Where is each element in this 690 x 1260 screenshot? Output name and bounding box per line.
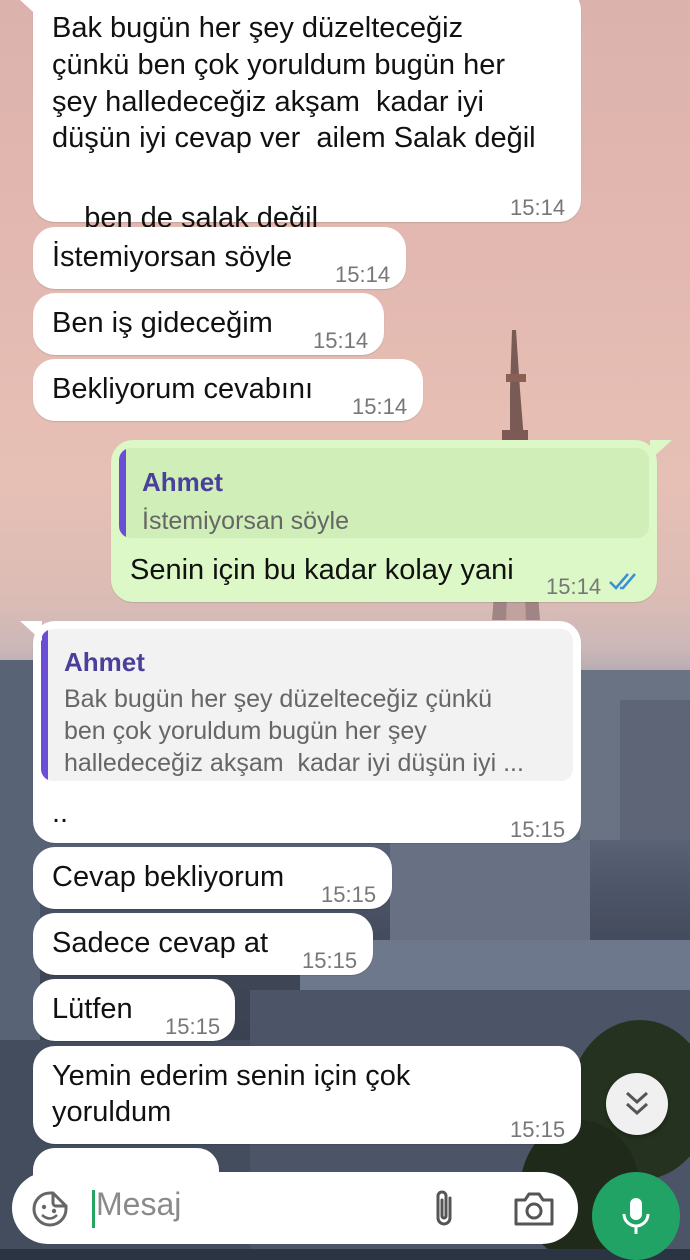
message-time: 15:15 [165,1014,221,1039]
message-time: 15:14 [352,394,408,419]
quote-text-line: Bak bugün her şey düzelteceğiz çünkü [64,685,493,713]
text-cursor [92,1190,95,1228]
microphone-icon [622,1198,650,1234]
message-text-line: Bak bugün her şey düzelteceğiz [52,12,464,44]
message-text-line: Yemin ederim senin için çok [52,1060,411,1092]
message-time: 15:14 [335,262,391,287]
quote-text: İstemiyorsan söyle [142,507,350,535]
incoming-message[interactable]: Ben iş gideceğim 15:14 [33,293,384,355]
message-time: 15:14 [546,574,602,599]
quote-bar [41,629,48,781]
message-time: 15:14 [510,195,566,220]
message-time: 15:15 [510,1117,566,1142]
incoming-message[interactable]: Yemin ederim senin için çok yoruldum 15:… [33,1046,581,1144]
camera-icon [514,1192,554,1226]
quoted-message[interactable]: Ahmet İstemiyorsan söyle [119,448,649,538]
message-text: Bekliyorum cevabını [52,373,314,405]
scroll-to-bottom-button[interactable] [606,1073,668,1135]
message-text-line: çünkü ben çok yoruldum bugün her [52,49,506,81]
bubble-tail [20,621,42,641]
quote-text-line: ben çok yoruldum bugün her şey [64,717,427,745]
message-text-line: şey halledeceğiz akşam kadar iyi [52,86,484,118]
double-check-read-icon [609,573,636,590]
bubble-tail [20,0,42,20]
incoming-message[interactable]: İstemiyorsan söyle 15:14 [33,227,406,289]
incoming-message[interactable]: Bak bugün her şey düzelteceğiz çünkü ben… [33,0,581,274]
message-text: Lütfen [52,993,133,1025]
quote-bar [119,448,126,538]
message-time: 15:15 [321,882,377,907]
quote-text-line: halledeceğiz akşam kadar iyi düşün iyi .… [64,749,524,777]
message-text: Cevap bekliyorum [52,861,285,893]
message-text: Senin için bu kadar kolay yani [130,554,514,586]
message-composer[interactable]: Mesaj [12,1172,578,1244]
paperclip-icon [436,1190,452,1226]
incoming-message[interactable]: Ahmet Bak bugün her şey düzelteceğiz çün… [33,621,581,843]
message-text-line: yoruldum [52,1096,172,1128]
message-text: Ben iş gideceğim [52,307,273,339]
message-text: Sadece cevap at [52,927,269,959]
sticker-button[interactable] [30,1189,70,1229]
message-text: .. [52,797,69,829]
message-text: İstemiyorsan söyle [52,241,293,273]
quoted-message[interactable]: Ahmet Bak bugün her şey düzelteceğiz çün… [41,629,573,781]
bubble-tail [650,440,672,460]
attach-button[interactable] [428,1188,462,1230]
quote-author: Ahmet [64,647,145,677]
incoming-message[interactable]: Cevap bekliyorum 15:15 [33,847,392,909]
message-time: 15:15 [302,948,358,973]
message-time: 15:15 [510,817,566,842]
camera-button[interactable] [512,1190,556,1228]
message-input[interactable]: Mesaj [96,1186,181,1223]
voice-message-button[interactable] [592,1172,680,1260]
incoming-message[interactable]: Bekliyorum cevabını 15:14 [33,359,423,421]
message-time: 15:14 [313,328,369,353]
outgoing-message[interactable]: Ahmet İstemiyorsan söyle Senin için bu k… [111,440,657,602]
incoming-message[interactable]: Sadece cevap at 15:15 [33,913,373,975]
incoming-message[interactable]: Lütfen 15:15 [33,979,235,1041]
message-text-line: düşün iyi cevap ver ailem Salak değil [52,122,536,154]
double-chevron-down-icon [625,1091,649,1116]
quote-author: Ahmet [142,467,223,497]
sticker-icon [32,1191,68,1227]
